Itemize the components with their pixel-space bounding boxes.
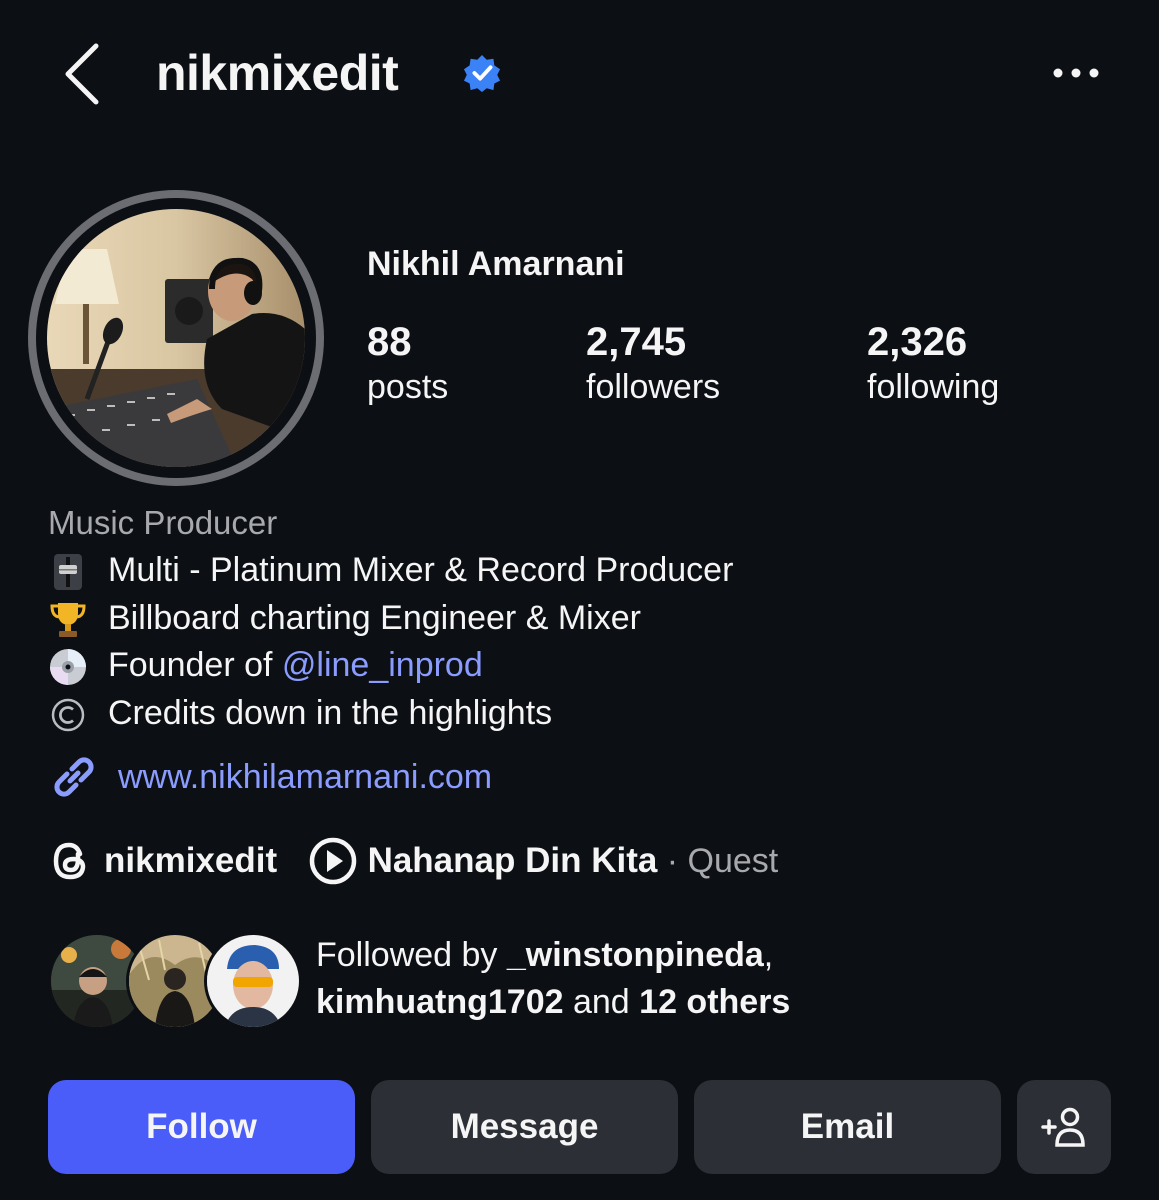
music-separator: · (657, 842, 688, 880)
followed-by-text[interactable]: Followed by _winstonpineda, kimhuatng170… (316, 932, 790, 1026)
stat-posts-value: 88 (367, 320, 412, 364)
stat-followers-value: 2,745 (586, 320, 687, 364)
play-circle-icon (309, 837, 356, 885)
verified-badge-icon (463, 54, 501, 92)
threads-music-row: nikmixedit Nahanap Din Kita · Quest (48, 836, 778, 886)
stat-following-label: following (867, 368, 1000, 406)
more-dots-icon (1053, 68, 1099, 78)
bio-line-2-text: Billboard charting Engineer & Mixer (108, 599, 641, 637)
followed-by-prefix: Followed by (316, 936, 507, 974)
followed-by-user-1: _winstonpineda (506, 936, 764, 974)
followed-by-and: and (563, 983, 640, 1021)
profile-display-name: Nikhil Amarnani (367, 245, 625, 283)
email-button[interactable]: Email (694, 1080, 1001, 1174)
bio-line-3: Founder of @line_inprod (48, 643, 483, 687)
followed-by-comma: , (763, 936, 774, 974)
back-button[interactable] (58, 40, 108, 108)
mixer-slider-icon (48, 552, 94, 592)
chevron-left-icon (65, 43, 99, 105)
threads-icon (53, 842, 86, 880)
stat-following[interactable]: 2,326 following (867, 318, 999, 408)
followed-by-others: 12 others (639, 983, 791, 1021)
add-person-icon (1041, 1107, 1085, 1147)
bio-line-2: Billboard charting Engineer & Mixer (48, 596, 641, 640)
bio-line-3-prefix: Founder of (108, 646, 282, 684)
music-badge[interactable]: Nahanap Din Kita · Quest (308, 836, 779, 886)
more-options-button[interactable] (1046, 56, 1110, 90)
followed-by-user-2: kimhuatng1702 (316, 983, 564, 1021)
trophy-icon (48, 600, 94, 640)
bio-line-1: Multi - Platinum Mixer & Record Producer (48, 548, 733, 592)
profile-avatar[interactable] (28, 190, 324, 486)
music-song-title: Nahanap Din Kita (367, 841, 658, 880)
stat-posts-label: posts (367, 368, 449, 406)
music-artist: Quest (687, 842, 779, 880)
copyright-icon (48, 695, 94, 735)
profile-category: Music Producer (48, 504, 278, 541)
external-link[interactable]: www.nikhilamarnani.com (48, 752, 492, 802)
follower-avatar-3[interactable] (204, 932, 302, 1030)
follow-button[interactable]: Follow (48, 1080, 355, 1174)
bio-mention-link[interactable]: @line_inprod (282, 646, 483, 684)
external-link-text: www.nikhilamarnani.com (118, 758, 493, 796)
stat-followers[interactable]: 2,745 followers (586, 318, 720, 408)
header-username: nikmixedit (156, 45, 399, 101)
bio-line-4-text: Credits down in the highlights (108, 694, 553, 732)
threads-badge[interactable]: nikmixedit (48, 836, 277, 886)
stat-following-value: 2,326 (867, 320, 968, 364)
avatar-photo (47, 209, 305, 467)
stat-posts[interactable]: 88 posts (367, 318, 448, 408)
bio-line-4: Credits down in the highlights (48, 691, 552, 735)
bio-line-1-text: Multi - Platinum Mixer & Record Producer (108, 551, 734, 589)
link-chain-icon (54, 757, 94, 797)
message-button[interactable]: Message (371, 1080, 678, 1174)
suggested-users-button[interactable] (1017, 1080, 1111, 1174)
threads-handle: nikmixedit (104, 841, 278, 880)
stat-followers-label: followers (586, 368, 721, 406)
cd-icon (48, 647, 94, 687)
